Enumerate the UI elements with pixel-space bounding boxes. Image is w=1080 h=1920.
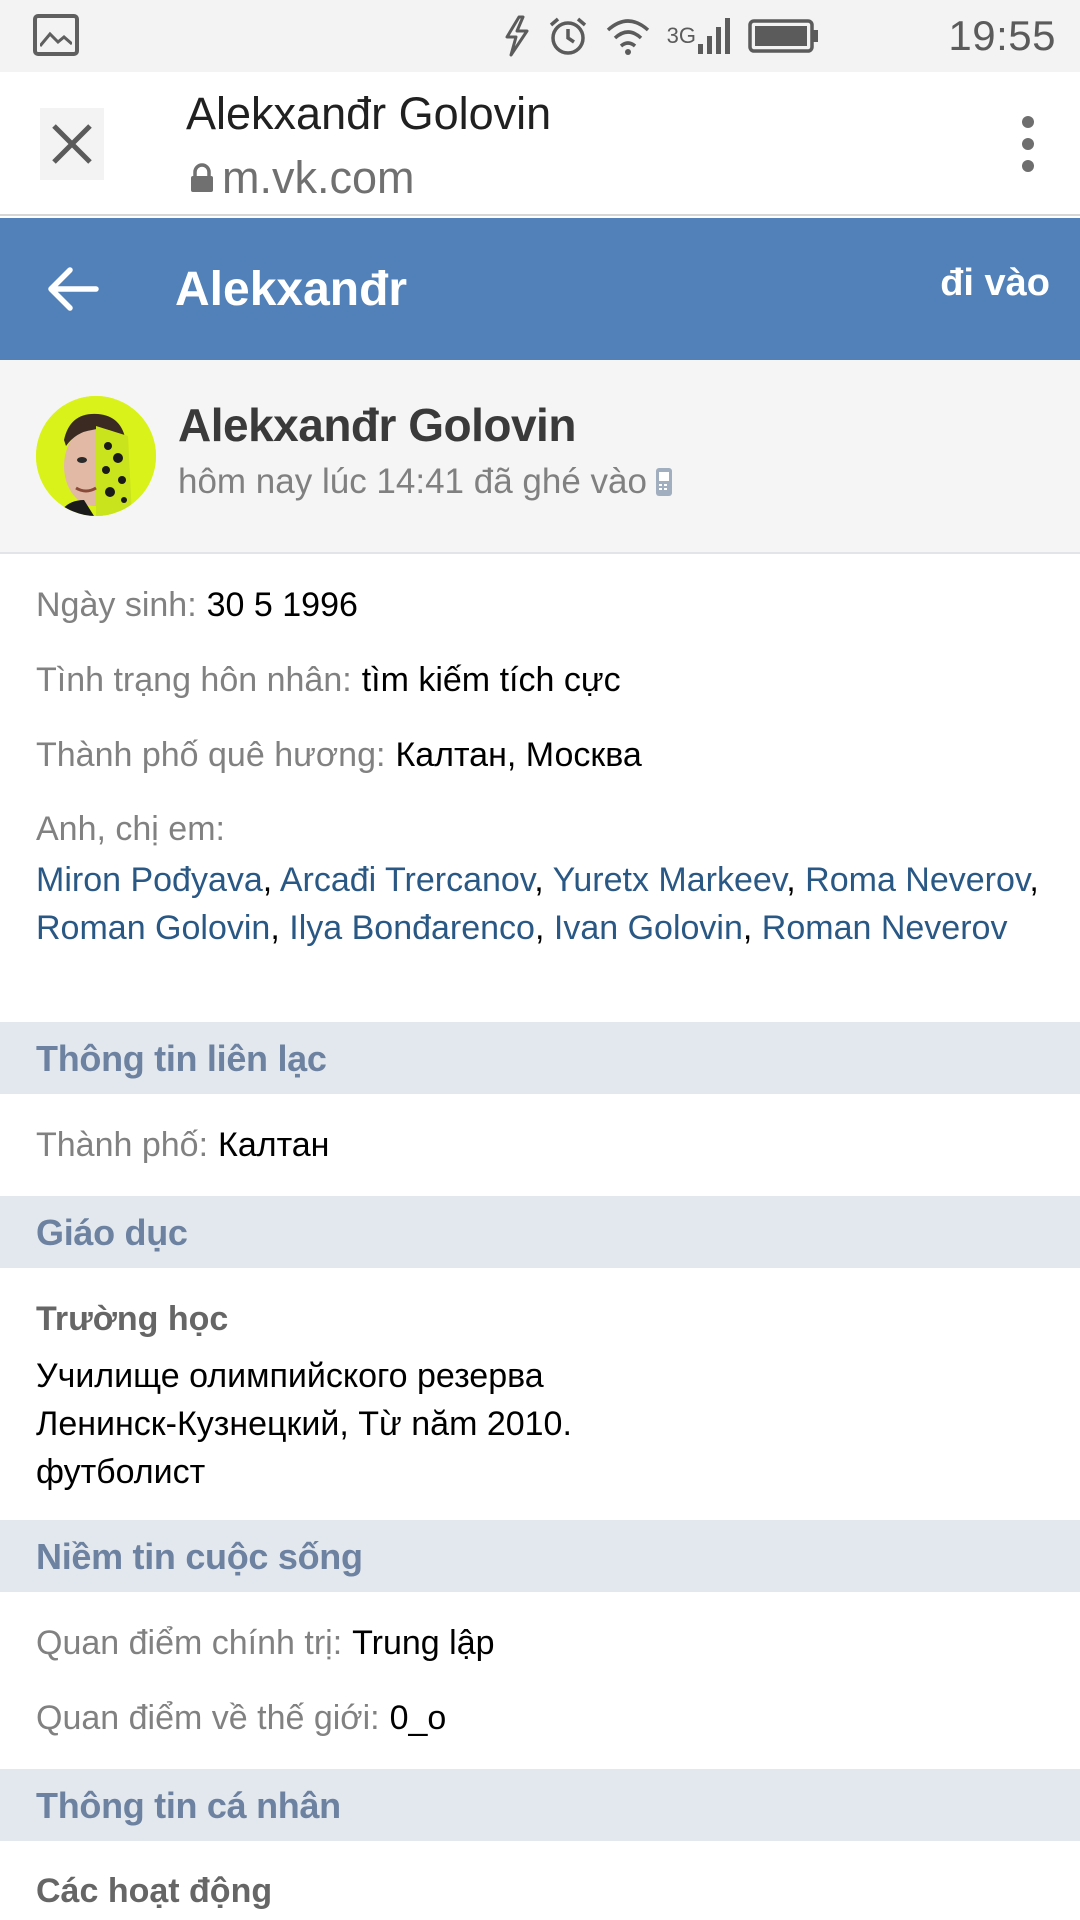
section-header-contacts: Thông tin liên lạc (0, 1022, 1080, 1094)
section-title: Thông tin cá nhân (36, 1785, 341, 1826)
mobile-phone-icon (655, 468, 672, 496)
activities-heading: Các hoạt động (36, 1872, 273, 1910)
school-speciality-line: футболист (36, 1453, 206, 1491)
worldview-row: Quan điểm về thế giới: 0_o (36, 1699, 446, 1738)
sibling-link[interactable]: Yuretx Markeev (553, 861, 787, 899)
hometown-value[interactable]: Калтан, Москва (395, 736, 641, 774)
separator: , (742, 909, 762, 947)
status-icons: 3G (501, 12, 820, 60)
political-label: Quan điểm chính trị: (36, 1624, 343, 1662)
wifi-icon (605, 16, 651, 56)
last-seen-row: hôm nay lúc 14:41 đã ghé vào (178, 462, 673, 502)
section-header-beliefs: Niềm tin cuộc sống (0, 1520, 1080, 1592)
sibling-link[interactable]: Roman Neverov (762, 909, 1008, 947)
worldview-label: Quan điểm về thế giới: (36, 1699, 380, 1737)
separator: , (786, 861, 806, 899)
last-seen-text: hôm nay lúc 14:41 đã ghé vào (178, 462, 647, 501)
sibling-link[interactable]: Roman Golovin (36, 909, 270, 947)
network-type: 3G (666, 23, 696, 48)
section-header-education: Giáo dục (0, 1196, 1080, 1268)
political-value: Trung lập (352, 1624, 495, 1662)
birthday-label: Ngày sinh: (36, 586, 197, 624)
close-icon (52, 124, 92, 164)
alarm-icon (547, 15, 589, 57)
political-row: Quan điểm chính trị: Trung lập (36, 1624, 495, 1663)
separator: , (534, 909, 554, 947)
section-title: Thông tin liên lạc (36, 1038, 327, 1079)
sibling-link[interactable]: Ivan Golovin (554, 909, 743, 947)
section-header-personal: Thông tin cá nhân (0, 1769, 1080, 1841)
login-link[interactable]: đi vào (940, 262, 1050, 305)
sibling-link[interactable]: Arcađi Trercanov (280, 861, 534, 899)
separator: , (262, 861, 280, 899)
section-title: Niềm tin cuộc sống (36, 1536, 363, 1577)
status-bar: 3G 19:55 (0, 0, 1080, 72)
relationship-value: tìm kiếm tích cực (361, 661, 621, 699)
arrow-left-icon (48, 267, 99, 311)
profile-header: Alekxanđr Golovin hôm nay lúc 14:41 đã g… (0, 360, 1080, 554)
hometown-row: Thành phố quê hương: Калтан, Москва (36, 736, 642, 775)
browser-toolbar: Alekxanđr Golovin m.vk.com (0, 72, 1080, 216)
siblings-list: Miron Pođyava, Arcađi Trercanov, Yuretx … (36, 856, 1056, 952)
siblings-label: Anh, chị em: (36, 810, 225, 848)
sibling-link[interactable]: Roma Neverov (805, 861, 1029, 899)
dot-icon (1022, 160, 1034, 172)
separator: , (1029, 861, 1039, 899)
school-details: Училище олимпийского резерва Ленинск-Куз… (36, 1352, 572, 1496)
url-row[interactable]: m.vk.com (190, 152, 415, 204)
profile-name: Alekxanđr Golovin (178, 399, 576, 451)
dot-icon (1022, 138, 1034, 150)
url-text: m.vk.com (222, 152, 415, 203)
sibling-link[interactable]: Ilya Bonđarenco (289, 909, 535, 947)
lock-icon (191, 163, 213, 192)
clock: 19:55 (948, 12, 1056, 59)
school-heading: Trường học (36, 1300, 229, 1338)
city-value[interactable]: Калтан (218, 1126, 329, 1164)
section-title: Giáo dục (36, 1212, 188, 1253)
close-tab-button[interactable] (40, 108, 104, 180)
city-row: Thành phố: Калтан (36, 1126, 329, 1165)
worldview-value: 0_o (389, 1699, 447, 1737)
birthday-row: Ngày sinh: 30 5 1996 (36, 586, 358, 625)
birthday-value[interactable]: 30 5 1996 (207, 586, 358, 624)
gallery-notification-icon (33, 14, 79, 56)
school-name-line[interactable]: Училище олимпийского резерва (36, 1352, 572, 1400)
app-header: Alekxanđr đi vào (0, 218, 1080, 360)
more-options-button[interactable] (1016, 116, 1040, 172)
dot-icon (1022, 116, 1034, 128)
avatar[interactable] (36, 396, 156, 516)
cell-signal-icon: 3G (667, 16, 732, 56)
battery-icon (748, 19, 820, 53)
city-label: Thành phố: (36, 1126, 209, 1164)
separator: , (270, 909, 290, 947)
browser-page-title: Alekxanđr Golovin (186, 88, 552, 139)
separator: , (534, 861, 553, 899)
back-button[interactable] (44, 260, 102, 318)
relationship-label: Tình trạng hôn nhân: (36, 661, 352, 699)
header-title: Alekxanđr (175, 263, 408, 316)
flash-icon (501, 15, 531, 57)
hometown-label: Thành phố quê hương: (36, 736, 386, 774)
school-city-line: Ленинск-Кузнецкий, Từ năm 2010. (36, 1405, 572, 1443)
sibling-link[interactable]: Miron Pođyava (36, 861, 263, 899)
relationship-row: Tình trạng hôn nhân: tìm kiếm tích cực (36, 661, 621, 700)
